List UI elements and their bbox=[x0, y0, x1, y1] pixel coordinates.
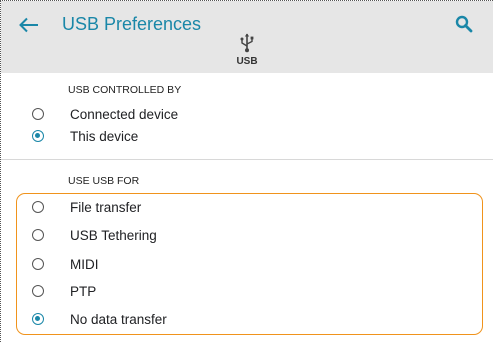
option-midi[interactable]: MIDI bbox=[20, 251, 480, 277]
radio-button[interactable] bbox=[32, 229, 44, 241]
app-bar: USB Preferences USB bbox=[1, 1, 493, 73]
search-icon bbox=[455, 15, 473, 33]
radio-button[interactable] bbox=[32, 285, 44, 297]
page-title: USB Preferences bbox=[62, 14, 202, 34]
option-ptp[interactable]: PTP bbox=[20, 278, 480, 304]
section-header-controlled-by: USB CONTROLLED BY bbox=[68, 84, 182, 96]
usb-indicator: USB bbox=[1, 33, 493, 71]
radio-button[interactable] bbox=[32, 130, 44, 142]
option-label: USB Tethering bbox=[70, 227, 157, 243]
section-divider bbox=[1, 159, 493, 160]
option-usb-tethering[interactable]: USB Tethering bbox=[20, 222, 480, 248]
option-label: This device bbox=[70, 128, 139, 144]
arrow-left-icon bbox=[19, 17, 38, 33]
usb-label: USB bbox=[236, 56, 258, 67]
radio-button[interactable] bbox=[32, 108, 44, 120]
option-no-data-transfer[interactable]: No data transfer bbox=[20, 306, 480, 332]
option-label: File transfer bbox=[70, 199, 142, 215]
option-label: PTP bbox=[70, 283, 97, 299]
option-label: No data transfer bbox=[70, 311, 167, 327]
usb-icon bbox=[240, 33, 254, 53]
radio-button[interactable] bbox=[32, 258, 44, 270]
option-file-transfer[interactable]: File transfer bbox=[20, 194, 480, 220]
radio-button[interactable] bbox=[32, 313, 44, 325]
radio-button[interactable] bbox=[32, 201, 44, 213]
option-this-device[interactable]: This device bbox=[20, 123, 480, 149]
option-label: MIDI bbox=[70, 256, 99, 272]
option-label: Connected device bbox=[70, 106, 179, 122]
section-header-use-usb-for: USE USB FOR bbox=[68, 175, 140, 187]
